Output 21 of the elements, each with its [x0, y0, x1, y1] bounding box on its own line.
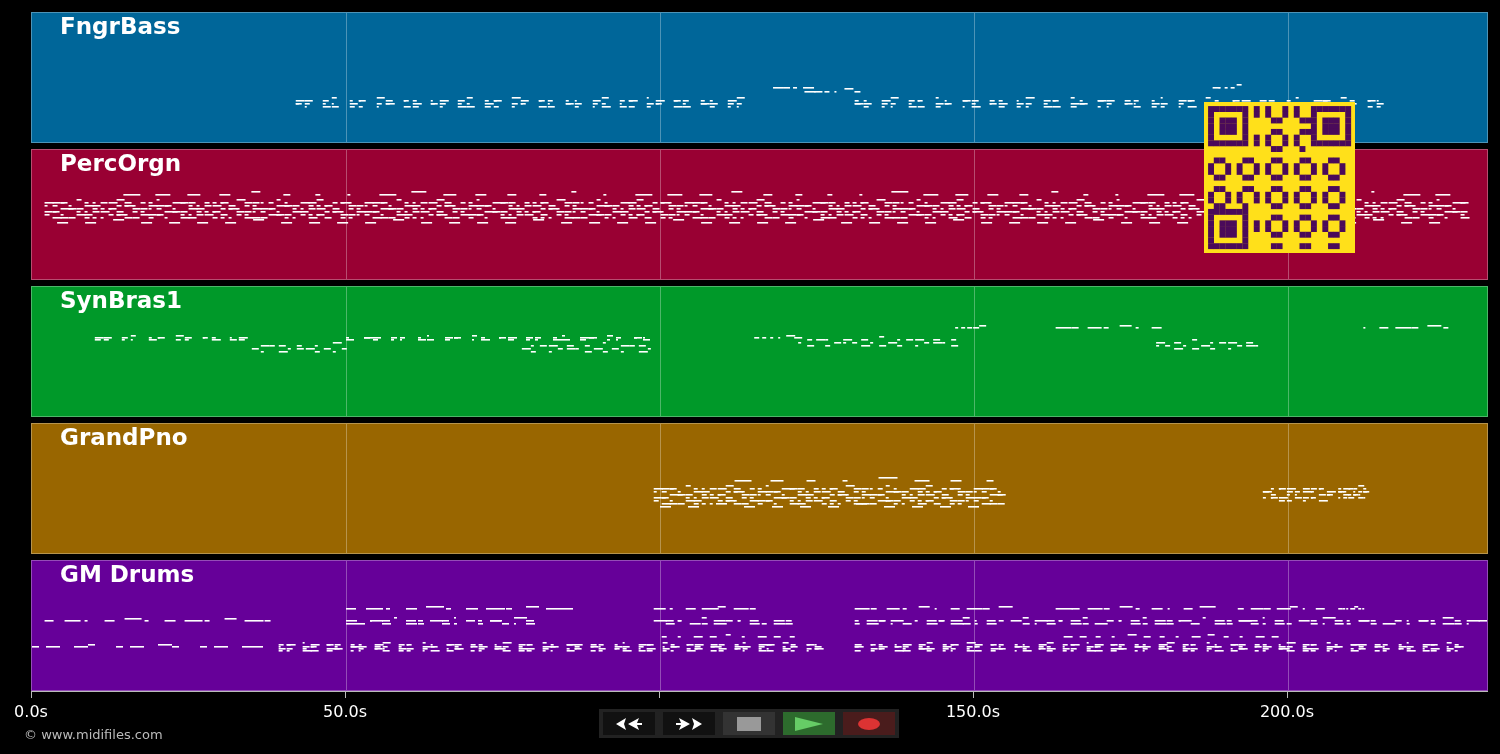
tick-label: 50.0s: [323, 702, 367, 721]
track-name: FngrBass: [60, 13, 181, 39]
fast-forward-button[interactable]: [661, 710, 717, 737]
qr-code-icon: [1204, 102, 1355, 253]
fast-forward-icon: [675, 716, 703, 731]
track-name: SynBras1: [60, 287, 183, 313]
tick-label: 150.0s: [945, 702, 1001, 721]
tick-label: 0.0s: [14, 702, 48, 721]
tick-label: 200.0s: [1259, 702, 1315, 721]
play-button[interactable]: [781, 710, 837, 737]
copyright-text: © www.midifiles.com: [24, 727, 163, 742]
rewind-icon: [615, 716, 643, 731]
stop-icon: [737, 716, 761, 731]
stop-button[interactable]: [721, 710, 777, 737]
rewind-button[interactable]: [601, 710, 657, 737]
track-name: GM Drums: [60, 561, 195, 587]
play-icon: [794, 715, 824, 732]
track-name: GrandPno: [60, 424, 188, 450]
record-icon: [857, 716, 881, 731]
track-name: PercOrgn: [60, 150, 182, 176]
record-button[interactable]: [841, 710, 897, 737]
